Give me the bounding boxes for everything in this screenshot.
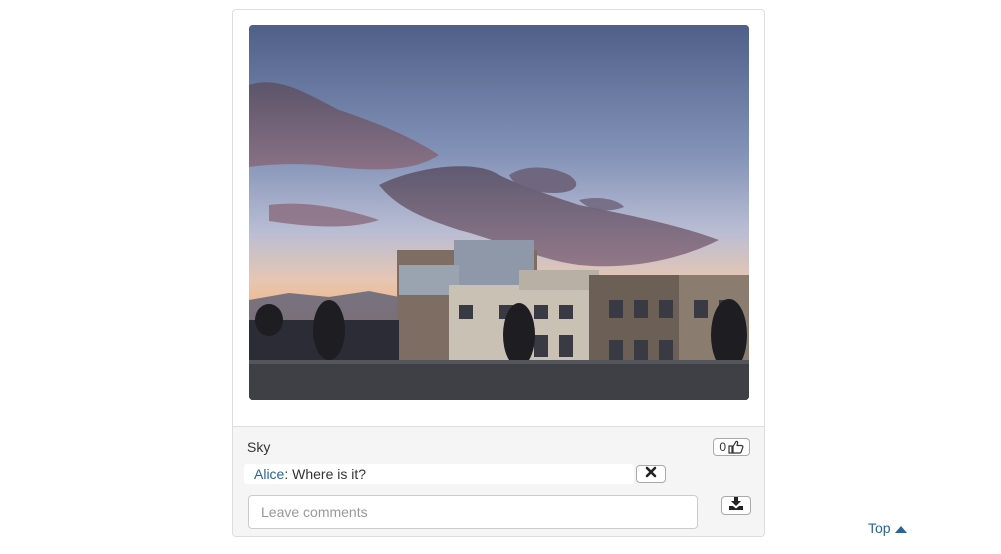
comment-text: Where is it?: [292, 466, 367, 482]
comment-author-link[interactable]: Alice: [254, 466, 284, 482]
thumbs-up-icon: [728, 440, 744, 454]
triangle-up-icon: [894, 520, 907, 536]
post-footer: Sky 0 Alice: Where is it?: [233, 426, 764, 536]
comment-input[interactable]: [248, 495, 698, 529]
download-button[interactable]: [721, 496, 751, 515]
like-count: 0: [719, 440, 726, 454]
like-button[interactable]: 0: [713, 438, 750, 456]
comment-item: Alice: Where is it?: [244, 464, 634, 484]
top-label: Top: [868, 520, 891, 536]
download-icon: [729, 496, 743, 515]
sunset-building-image: [249, 25, 749, 400]
post-caption: Sky: [247, 439, 271, 455]
photo-card: Sky 0 Alice: Where is it?: [232, 9, 765, 537]
post-photo: [249, 25, 749, 400]
back-to-top-link[interactable]: Top: [868, 520, 907, 536]
delete-comment-button[interactable]: [636, 465, 666, 483]
comment-separator: :: [284, 466, 293, 482]
close-icon: [645, 465, 657, 483]
